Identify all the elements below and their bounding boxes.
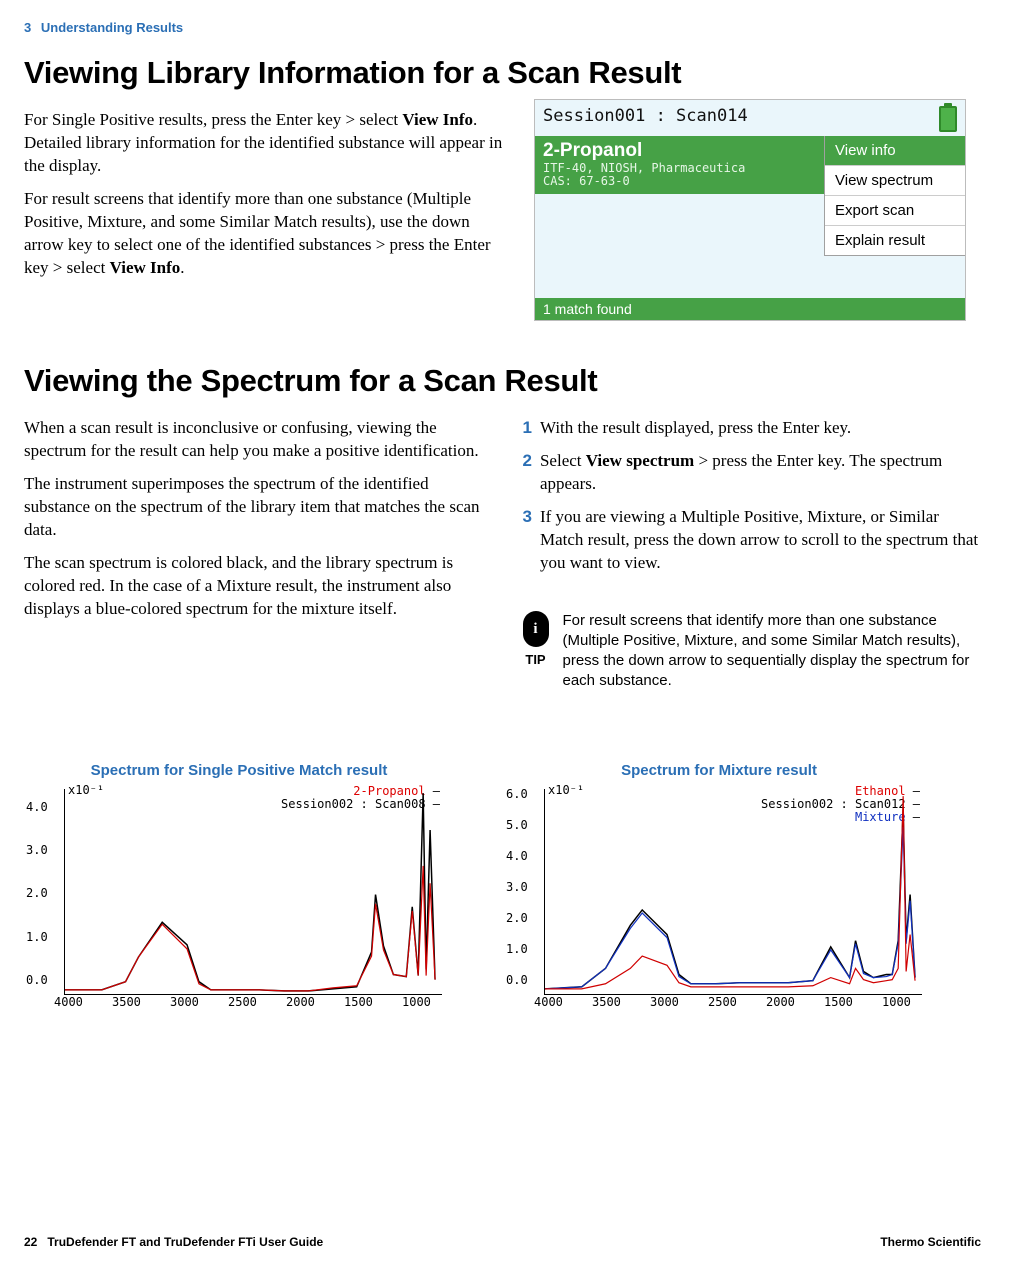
ytick: 0.0 [506, 973, 528, 987]
xtick: 1500 [824, 995, 853, 1009]
xtick: 1000 [402, 995, 431, 1009]
menu-item-view-info[interactable]: View info [825, 136, 965, 165]
chapter-title: Understanding Results [41, 20, 183, 35]
menu-item-export-scan[interactable]: Export scan [825, 195, 965, 225]
xtick: 1000 [882, 995, 911, 1009]
xtick: 3000 [650, 995, 679, 1009]
tip-text: For result screens that identify more th… [563, 611, 982, 692]
ytick: 5.0 [506, 818, 528, 832]
xtick: 2500 [228, 995, 257, 1009]
section1-p1: For Single Positive results, press the E… [24, 109, 504, 178]
ytick: 2.0 [506, 911, 528, 925]
step-2-number: 2 [523, 450, 532, 496]
device-menu: View info View spectrum Export scan Expl… [824, 136, 965, 256]
ytick: 6.0 [506, 787, 528, 801]
ytick: 4.0 [506, 849, 528, 863]
page-footer: 22 TruDefender FT and TruDefender FTi Us… [24, 1235, 981, 1249]
menu-item-view-spectrum[interactable]: View spectrum [825, 165, 965, 195]
result-banner: 2-Propanol ITF-40, NIOSH, Pharmaceutica … [535, 136, 839, 194]
battery-icon [939, 106, 957, 132]
ytick: 3.0 [26, 843, 48, 857]
spectrum-right-axes [544, 789, 922, 995]
menu-item-explain[interactable]: Explain result [825, 225, 965, 255]
ytick: 2.0 [26, 886, 48, 900]
section1-title: Viewing Library Information for a Scan R… [24, 55, 981, 91]
xtick: 1500 [344, 995, 373, 1009]
xtick: 3500 [592, 995, 621, 1009]
spectrum-right-title: Spectrum for Mixture result [504, 762, 934, 779]
spectrum-left: Spectrum for Single Positive Match resul… [24, 762, 454, 995]
xtick: 4000 [54, 995, 83, 1009]
step-1: 1 With the result displayed, press the E… [523, 417, 982, 440]
device-screenshot: Session001 : Scan014 2-Propanol ITF-40, … [534, 99, 966, 321]
xtick: 3000 [170, 995, 199, 1009]
ytick: 1.0 [26, 930, 48, 944]
chapter-number: 3 [24, 20, 31, 35]
chapter-breadcrumb: 3 Understanding Results [24, 20, 981, 35]
section2-left-p1: When a scan result is inconclusive or co… [24, 417, 483, 463]
guide-title: TruDefender FT and TruDefender FTi User … [47, 1235, 323, 1249]
substance-name: 2-Propanol [543, 140, 833, 162]
xtick: 2000 [766, 995, 795, 1009]
xtick: 4000 [534, 995, 563, 1009]
section2-left-p2: The instrument superimposes the spectrum… [24, 473, 483, 542]
ytick: 4.0 [26, 800, 48, 814]
step-3: 3 If you are viewing a Multiple Positive… [523, 506, 982, 575]
tip-icon: i [523, 611, 549, 647]
section2-left-p3: The scan spectrum is colored black, and … [24, 552, 483, 621]
step-3-number: 3 [523, 506, 532, 575]
xtick: 3500 [112, 995, 141, 1009]
section2-title: Viewing the Spectrum for a Scan Result [24, 363, 981, 399]
tip-label: TIP [525, 651, 545, 669]
spectrum-left-title: Spectrum for Single Positive Match resul… [24, 762, 454, 779]
ytick: 3.0 [506, 880, 528, 894]
step-1-number: 1 [523, 417, 532, 440]
section1-p2: For result screens that identify more th… [24, 188, 504, 280]
step-2: 2 Select View spectrum > press the Enter… [523, 450, 982, 496]
steps-list: 1 With the result displayed, press the E… [523, 417, 982, 575]
device-footer: 1 match found [535, 298, 965, 320]
ytick: 1.0 [506, 942, 528, 956]
page-number: 22 [24, 1235, 37, 1249]
spectrum-right: Spectrum for Mixture result x10⁻¹ Ethano… [504, 762, 934, 995]
xtick: 2500 [708, 995, 737, 1009]
spectrum-left-axes [64, 789, 442, 995]
device-title: Session001 : Scan014 [543, 106, 748, 126]
brand: Thermo Scientific [880, 1235, 981, 1249]
tip-box: i TIP For result screens that identify m… [523, 611, 982, 692]
substance-meta2: CAS: 67-63-0 [543, 175, 833, 188]
xtick: 2000 [286, 995, 315, 1009]
ytick: 0.0 [26, 973, 48, 987]
